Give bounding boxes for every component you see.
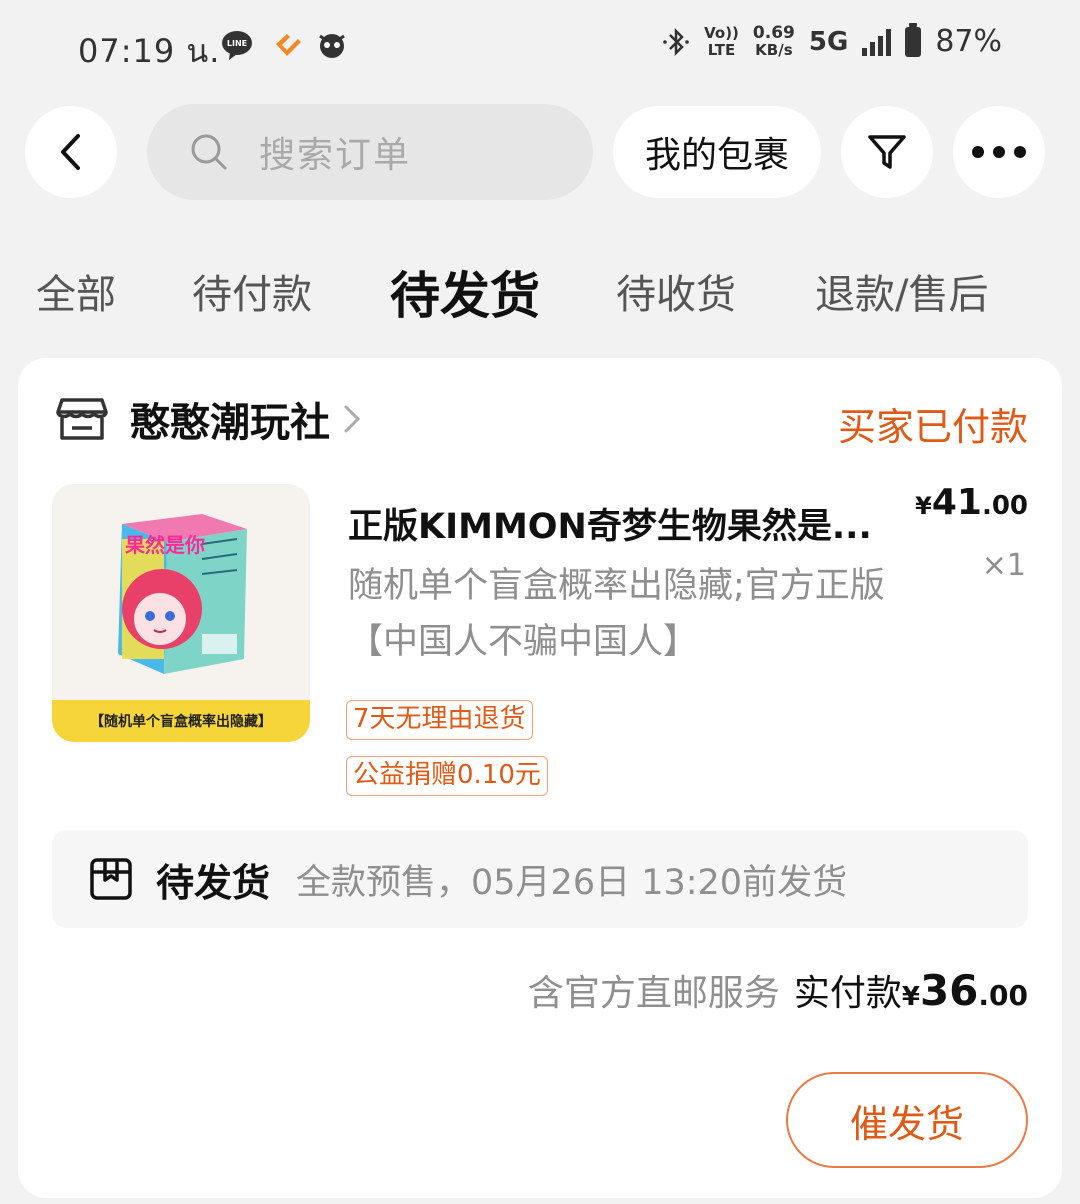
search-placeholder: 搜索订单 [259, 135, 412, 176]
network-type: 5G [808, 26, 849, 57]
order-card: 憨憨潮玩社 买家已付款 果然是你 【随机单个盲盒概率出隐藏】 正版KIMMON奇… [18, 358, 1062, 1198]
tab-pending-receipt[interactable]: 待收货 [616, 262, 736, 320]
tab-all[interactable]: 全部 [36, 262, 116, 320]
blind-box-illustration: 果然是你 [118, 514, 247, 674]
search-icon [191, 134, 227, 170]
status-bar: 07:19 น. LINE Vo)) LTE 0.69 KB/s 5G 87% [0, 0, 1080, 90]
total-amount: 36 [919, 966, 979, 1015]
store-icon [56, 398, 108, 440]
total-decimal: .00 [978, 979, 1028, 1012]
network-speed: 0.69 KB/s [752, 22, 795, 59]
order-tabs: 全部 待付款 待发货 待收货 退款/售后 [0, 250, 1080, 340]
heart-chat-icon [276, 34, 301, 56]
shop-name: 憨憨潮玩社 [130, 400, 330, 446]
order-total: 含官方直邮服务 实付款 ¥36.00 [528, 964, 1028, 1016]
product-quantity: ×1 [981, 548, 1026, 583]
return-policy-badge: 7天无理由退货 [346, 700, 533, 740]
filter-icon [868, 135, 906, 169]
signal-icon [862, 28, 892, 56]
filter-button[interactable] [841, 106, 933, 198]
product-spec: 随机单个盲盒概率出隐藏;官方正版【中国人不骗中国人】 [348, 566, 885, 662]
more-button[interactable] [953, 106, 1045, 198]
status-time: 07:19 น. [78, 32, 221, 70]
box-title: 果然是你 [125, 533, 205, 557]
search-input[interactable]: 搜索订单 [147, 104, 593, 200]
volte-indicator: Vo)) LTE [704, 23, 739, 59]
chevron-left-icon [61, 134, 80, 170]
product-title[interactable]: 正版KIMMON奇梦生物果然是... [348, 498, 908, 549]
line-icon: LINE [222, 31, 252, 60]
battery-percent: 87% [935, 24, 1002, 59]
back-button[interactable] [25, 106, 117, 198]
tab-refund-aftersales[interactable]: 退款/售后 [815, 262, 988, 320]
product-image[interactable]: 果然是你 【随机单个盲盒概率出隐藏】 [52, 484, 310, 742]
shipping-status: 待发货 [156, 860, 271, 905]
shop-link[interactable]: 憨憨潮玩社 [54, 390, 364, 448]
mascot-icon [319, 34, 345, 58]
service-note: 含官方直邮服务 [527, 973, 780, 1014]
product-price: ¥41.00 [915, 482, 1028, 523]
my-packages-button[interactable]: 我的包裹 [613, 106, 821, 198]
order-status: 买家已付款 [837, 405, 1028, 449]
svg-text:LINE: LINE [227, 39, 247, 48]
battery-icon [905, 22, 922, 57]
image-caption: 【随机单个盲盒概率出隐藏】 [52, 700, 310, 742]
total-label: 实付款 [793, 973, 902, 1014]
more-dots-icon [972, 146, 1026, 158]
tab-pending-payment[interactable]: 待付款 [192, 262, 312, 320]
shipping-note: 全款预售，05月26日 13:20前发货 [296, 862, 848, 903]
tab-pending-shipment[interactable]: 待发货 [390, 256, 540, 328]
bluetooth-icon [663, 27, 689, 56]
shipping-info[interactable]: 待发货 全款预售，05月26日 13:20前发货 [52, 830, 1028, 928]
total-currency: ¥ [901, 982, 920, 1012]
urge-shipment-button[interactable]: 催发货 [786, 1072, 1028, 1168]
package-icon [90, 858, 132, 900]
charity-badge: 公益捐赠0.10元 [346, 756, 548, 796]
chevron-right-icon [344, 405, 361, 433]
status-right: Vo)) LTE 0.69 KB/s 5G 87% [662, 22, 1002, 59]
